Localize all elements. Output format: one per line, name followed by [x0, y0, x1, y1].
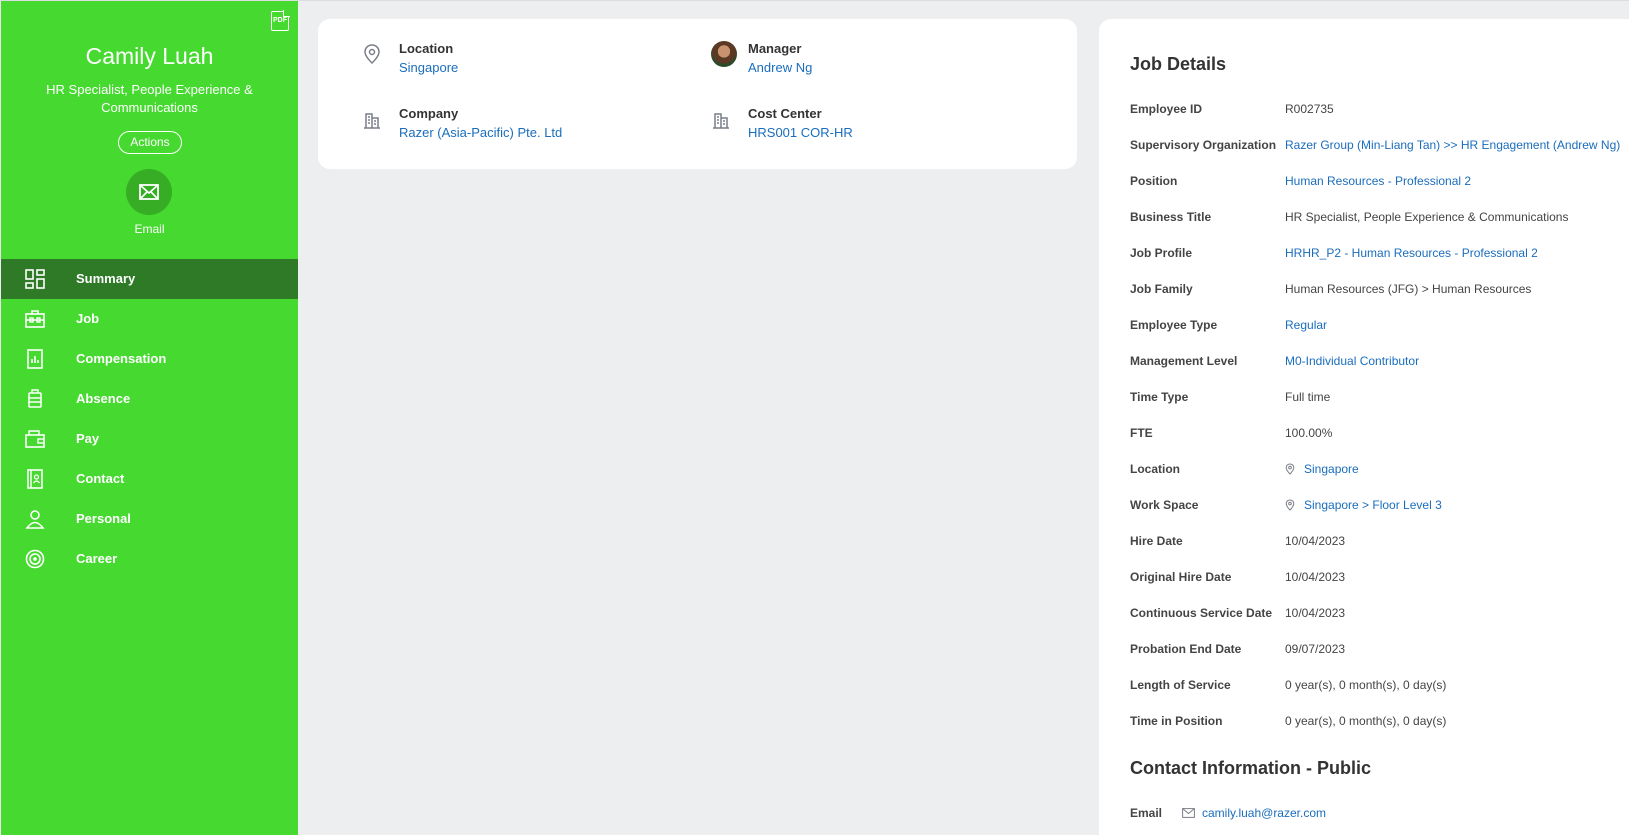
manager-link[interactable]: Andrew Ng: [748, 60, 812, 75]
cost-center-label: Cost Center: [748, 106, 822, 121]
contact-book-icon: [27, 469, 43, 489]
briefcase-icon: [25, 310, 45, 328]
public-email-label: Email: [1130, 806, 1163, 820]
location-pin-icon: [1285, 499, 1295, 511]
time-in-position-value: 0 year(s), 0 month(s), 0 day(s): [1285, 714, 1447, 728]
luggage-icon: [28, 389, 42, 408]
continuous-service-date-label: Continuous Service Date: [1130, 606, 1273, 620]
location-link[interactable]: Singapore: [1285, 462, 1359, 476]
job-family-label: Job Family: [1130, 282, 1193, 296]
location-link[interactable]: Singapore: [399, 60, 458, 75]
nav-item-career[interactable]: Career: [1, 539, 298, 579]
employee-type-link[interactable]: Regular: [1285, 318, 1327, 332]
contact-public-title: Contact Information - Public: [1130, 758, 1371, 778]
continuous-service-date-value: 10/04/2023: [1285, 606, 1346, 620]
manager-label: Manager: [748, 41, 802, 56]
job-profile-link[interactable]: HRHR_P2 - Human Resources - Professional…: [1285, 246, 1538, 260]
nav-item-personal[interactable]: Personal: [1, 499, 298, 539]
location-link-text[interactable]: Singapore: [1304, 462, 1359, 476]
nav-item-label: Compensation: [76, 351, 167, 366]
time-type-label: Time Type: [1130, 390, 1189, 404]
job-family-value: Human Resources (JFG) > Human Resources: [1285, 282, 1532, 296]
nav-item-summary[interactable]: Summary: [1, 259, 298, 299]
work-space-link[interactable]: Singapore > Floor Level 3: [1285, 498, 1442, 512]
employee-type-label: Employee Type: [1130, 318, 1218, 332]
nav-item-label: Contact: [76, 471, 125, 486]
workday-profile-page: PDF Camily Luah HR Specialist, People Ex…: [0, 0, 1629, 835]
actions-button[interactable]: Actions: [118, 131, 182, 154]
target-icon: [25, 549, 45, 569]
summary-card: Location Singapore Manager Andrew Ng Com…: [318, 19, 1077, 169]
management-level-link[interactable]: M0-Individual Contributor: [1285, 354, 1419, 368]
compensation-chart-icon: [27, 349, 43, 369]
person-icon: [25, 510, 45, 529]
employee-name: Camily Luah: [85, 43, 214, 69]
original-hire-date-label: Original Hire Date: [1130, 570, 1232, 584]
building-icon: [713, 113, 729, 129]
fte-value: 100.00%: [1285, 426, 1333, 440]
dashboard-icon: [25, 269, 45, 289]
length-of-service-value: 0 year(s), 0 month(s), 0 day(s): [1285, 678, 1447, 692]
management-level-label: Management Level: [1130, 354, 1238, 368]
envelope-icon: [1182, 808, 1195, 818]
nav-item-pay[interactable]: Pay: [1, 419, 298, 459]
nav-item-compensation[interactable]: Compensation: [1, 339, 298, 379]
manager-avatar[interactable]: [711, 41, 737, 67]
supervisory-org-label: Supervisory Organization: [1130, 138, 1277, 152]
nav-item-label: Absence: [76, 391, 131, 406]
building-icon: [364, 113, 380, 129]
location-pin-icon: [364, 44, 380, 65]
location-label: Location: [399, 41, 454, 56]
email-button-label: Email: [134, 222, 165, 236]
nav-item-label: Summary: [76, 271, 136, 286]
hire-date-value: 10/04/2023: [1285, 534, 1346, 548]
location-label: Location: [1130, 462, 1180, 476]
nav-item-label: Pay: [76, 431, 100, 446]
business-title-label: Business Title: [1130, 210, 1212, 224]
location-pin-icon: [1285, 463, 1295, 475]
nav-item-absence[interactable]: Absence: [1, 379, 298, 419]
time-type-value: Full time: [1285, 390, 1331, 404]
employee-id-label: Employee ID: [1130, 102, 1203, 116]
work-space-label: Work Space: [1130, 498, 1199, 512]
email-button[interactable]: [126, 169, 172, 215]
probation-end-date-value: 09/07/2023: [1285, 642, 1346, 656]
supervisory-org-link[interactable]: Razer Group (Min-Liang Tan) >> HR Engage…: [1285, 138, 1620, 152]
public-email-text[interactable]: camily.luah@razer.com: [1202, 806, 1326, 820]
pdf-export-icon[interactable]: PDF: [271, 10, 290, 31]
employee-id-value: R002735: [1285, 102, 1334, 116]
original-hire-date-value: 10/04/2023: [1285, 570, 1346, 584]
cost-center-link[interactable]: HRS001 COR-HR: [748, 125, 853, 140]
nav-item-job[interactable]: Job: [1, 299, 298, 339]
envelope-icon: [139, 184, 159, 200]
time-in-position-label: Time in Position: [1130, 714, 1223, 728]
business-title-value: HR Specialist, People Experience & Commu…: [1285, 210, 1569, 224]
nav-item-contact[interactable]: Contact: [1, 459, 298, 499]
probation-end-date-label: Probation End Date: [1130, 642, 1242, 656]
company-label: Company: [399, 106, 459, 121]
public-email-link[interactable]: camily.luah@razer.com: [1182, 806, 1326, 820]
nav-item-label: Personal: [76, 511, 131, 526]
company-link[interactable]: Razer (Asia-Pacific) Pte. Ltd: [399, 125, 562, 140]
profile-sidebar: PDF Camily Luah HR Specialist, People Ex…: [1, 1, 298, 835]
work-space-link-text[interactable]: Singapore > Floor Level 3: [1304, 498, 1442, 512]
employee-title: HR Specialist, People Experience & Commu…: [46, 82, 253, 115]
wallet-icon: [25, 430, 45, 448]
nav-item-label: Career: [76, 551, 118, 566]
job-details-panel: Job Details Employee ID R002735 Supervis…: [1099, 19, 1629, 835]
job-details-title: Job Details: [1130, 54, 1227, 74]
position-label: Position: [1130, 174, 1178, 188]
hire-date-label: Hire Date: [1130, 534, 1183, 548]
position-link[interactable]: Human Resources - Professional 2: [1285, 174, 1471, 188]
nav-item-label: Job: [76, 311, 100, 326]
length-of-service-label: Length of Service: [1130, 678, 1231, 692]
job-profile-label: Job Profile: [1130, 246, 1193, 260]
fte-label: FTE: [1130, 426, 1153, 440]
profile-nav: Summary Job Compensation Absence Pay Con…: [1, 259, 298, 579]
